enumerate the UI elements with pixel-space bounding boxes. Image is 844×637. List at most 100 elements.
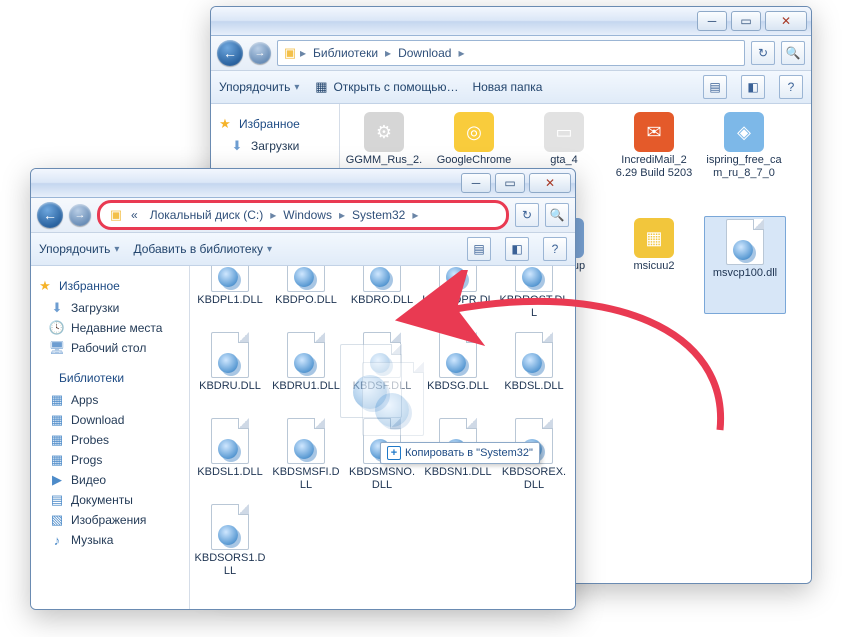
nav-item[interactable]: ⬇ Загрузки	[215, 136, 335, 156]
nav-item-label: Загрузки	[251, 139, 299, 153]
nav-item[interactable]: ▦Probes	[35, 430, 185, 450]
file-label: KBDSL.DLL	[504, 380, 563, 393]
nav-item[interactable]: 🖥Рабочий стол	[35, 338, 185, 358]
nav-item[interactable]: ▶Видео	[35, 470, 185, 490]
file-label: KBDSMSNO.DLL	[346, 466, 418, 491]
open-with-button[interactable]: ▦ Открыть с помощью…	[313, 79, 458, 95]
file-label: KBDPL1.DLL	[197, 294, 262, 307]
file-item[interactable]: KBDRU.DLL	[194, 330, 266, 412]
library-icon: ▦	[49, 452, 65, 468]
star-icon: ★	[217, 116, 233, 132]
file-item[interactable]: ▦msicuu2	[614, 216, 694, 312]
view-button[interactable]: ▤	[703, 75, 727, 99]
organize-menu[interactable]: Упорядочить	[39, 242, 119, 256]
dll-icon	[362, 362, 424, 436]
file-item[interactable]: KBDSG.DLL	[422, 330, 494, 412]
nav-item[interactable]: 🕓Недавние места	[35, 318, 185, 338]
file-item[interactable]: msvcp100.dll	[704, 216, 786, 314]
window-body: ★ Избранное ⬇Загрузки🕓Недавние места🖥Рабо…	[31, 266, 575, 610]
organize-menu[interactable]: Упорядочить	[219, 80, 299, 94]
nav-item-label: Музыка	[71, 533, 113, 547]
nav-item[interactable]: ▦Progs	[35, 450, 185, 470]
file-item[interactable]: ✉IncrediMail_2 6.29 Build 5203	[614, 110, 694, 206]
breadcrumb[interactable]: ▣ « Локальный диск (C:) ▸ Windows ▸ Syst…	[97, 200, 509, 230]
breadcrumb-seg[interactable]: Download	[393, 46, 456, 60]
breadcrumb-seg[interactable]: Локальный диск (C:)	[145, 208, 269, 222]
file-item[interactable]: KBDSORS1.DLL	[194, 502, 266, 584]
nav-item[interactable]: ▧Изображения	[35, 510, 185, 530]
search-button[interactable]: 🔍	[781, 41, 805, 65]
view-button[interactable]: ▤	[467, 237, 491, 261]
breadcrumb-seg[interactable]: System32	[347, 208, 410, 222]
add-to-library-menu[interactable]: Добавить в библиотеку	[133, 242, 272, 256]
copy-tooltip: + Копировать в "System32"	[380, 442, 540, 464]
library-icon: ▦	[49, 392, 65, 408]
search-button[interactable]: 🔍	[545, 203, 569, 227]
toolbar: Упорядочить ▦ Открыть с помощью… Новая па…	[211, 71, 811, 104]
file-label: ispring_free_cam_ru_8_7_0	[704, 154, 784, 179]
maximize-button[interactable]: ▭	[731, 11, 761, 31]
file-item[interactable]: KBDRO.DLL	[346, 266, 418, 326]
preview-pane-button[interactable]: ◧	[741, 75, 765, 99]
file-area[interactable]: KBDPL1.DLLKBDPO.DLLKBDRO.DLLKBDROPR.DLLK…	[190, 266, 575, 610]
back-button[interactable]: ←	[217, 40, 243, 66]
file-item[interactable]: KBDPL1.DLL	[194, 266, 266, 326]
file-item[interactable]: KBDRU1.DLL	[270, 330, 342, 412]
minimize-button[interactable]: ─	[461, 173, 491, 193]
close-button[interactable]: ✕	[765, 11, 807, 31]
file-label: KBDROPR.DLL	[422, 294, 494, 319]
nav-item-label: Видео	[71, 473, 106, 487]
favorites-group[interactable]: ★Избранное	[217, 116, 333, 132]
file-label: KBDRO.DLL	[351, 294, 413, 307]
dll-icon	[515, 266, 553, 292]
refresh-button[interactable]: ↻	[515, 203, 539, 227]
breadcrumb-seg[interactable]: Windows	[278, 208, 337, 222]
star-icon: ★	[37, 278, 53, 294]
nav-item[interactable]: ♪Музыка	[35, 530, 185, 550]
close-button[interactable]: ✕	[529, 173, 571, 193]
libraries-group[interactable]: Библиотеки	[37, 370, 183, 386]
file-item[interactable]: KBDSL.DLL	[498, 330, 570, 412]
refresh-button[interactable]: ↻	[751, 41, 775, 65]
chevron-right-icon: ▸	[385, 46, 391, 60]
dll-icon	[439, 266, 477, 292]
maximize-button[interactable]: ▭	[495, 173, 525, 193]
preview-pane-button[interactable]: ◧	[505, 237, 529, 261]
minimize-button[interactable]: ─	[697, 11, 727, 31]
titlebar[interactable]: ─ ▭ ✕	[211, 7, 811, 36]
address-bar: ← → ▣ « Локальный диск (C:) ▸ Windows ▸ …	[31, 198, 575, 233]
address-bar: ← → ▣ ▸ Библиотеки ▸ Download ▸ ↻ 🔍	[211, 36, 811, 71]
breadcrumb-seg[interactable]: Библиотеки	[308, 46, 383, 60]
file-item[interactable]: KBDSMSFI.DLL	[270, 416, 342, 498]
favorites-group[interactable]: ★ Избранное	[37, 278, 183, 294]
app-icon: ⚙	[364, 112, 404, 152]
file-item[interactable]: ◈ispring_free_cam_ru_8_7_0	[704, 110, 784, 206]
file-item[interactable]: KBDSL1.DLL	[194, 416, 266, 498]
open-with-label: Открыть с помощью…	[333, 80, 458, 94]
tooltip-label: Копировать в "System32"	[405, 447, 533, 459]
file-item[interactable]: KBDROST.DLL	[498, 266, 570, 326]
breadcrumb[interactable]: ▣ ▸ Библиотеки ▸ Download ▸	[277, 40, 745, 66]
favorites-label: Избранное	[59, 279, 120, 293]
app-icon: ▦	[313, 79, 329, 95]
nav-item[interactable]: ▦Apps	[35, 390, 185, 410]
forward-button[interactable]: →	[69, 204, 91, 226]
nav-pane: ★ Избранное ⬇Загрузки🕓Недавние места🖥Рабо…	[31, 266, 190, 610]
file-label: gta_4	[550, 154, 578, 167]
dll-icon	[287, 266, 325, 292]
help-button[interactable]: ?	[543, 237, 567, 261]
new-folder-button[interactable]: Новая папка	[472, 80, 542, 94]
nav-item[interactable]: ▦Download	[35, 410, 185, 430]
dll-icon	[211, 332, 249, 378]
file-item[interactable]: KBDROPR.DLL	[422, 266, 494, 326]
back-button[interactable]: ←	[37, 202, 63, 228]
file-item[interactable]: KBDPO.DLL	[270, 266, 342, 326]
nav-item[interactable]: ▤Документы	[35, 490, 185, 510]
file-label: KBDSL1.DLL	[197, 466, 262, 479]
nav-item[interactable]: ⬇Загрузки	[35, 298, 185, 318]
chevron-right-icon: ▸	[412, 208, 418, 222]
forward-button[interactable]: →	[249, 42, 271, 64]
help-button[interactable]: ?	[779, 75, 803, 99]
titlebar[interactable]: ─ ▭ ✕	[31, 169, 575, 198]
download-icon: ⬇	[229, 138, 245, 154]
